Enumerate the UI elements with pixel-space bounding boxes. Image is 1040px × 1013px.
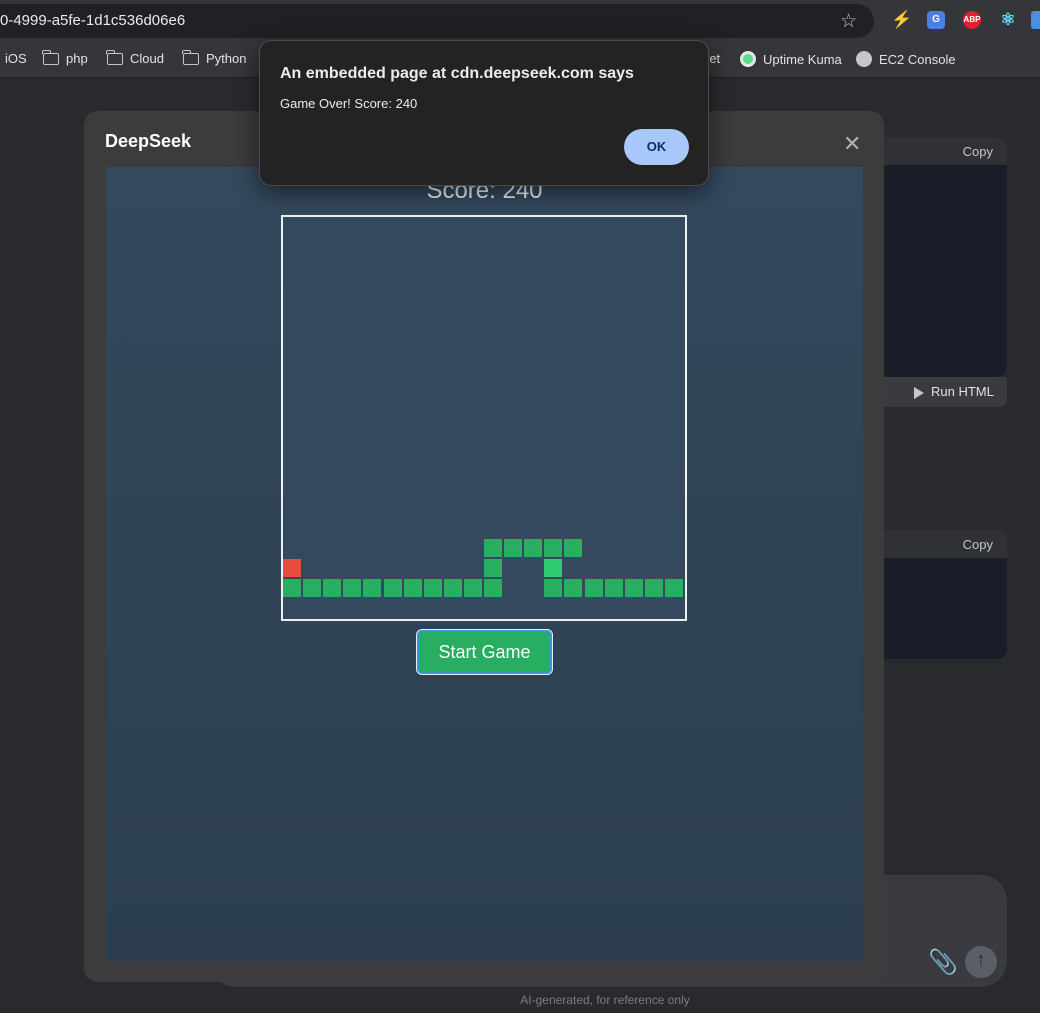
snake-segment (323, 578, 342, 597)
alert-dialog: An embedded page at cdn.deepseek.com say… (259, 40, 709, 186)
snake-segment (644, 578, 663, 597)
bookmark-ec2-console[interactable]: EC2 Console (856, 51, 956, 67)
url-text[interactable]: 0-4999-a5fe-1d1c536d06e6 (0, 12, 185, 29)
bookmark-uptime-kuma[interactable]: Uptime Kuma (740, 51, 842, 67)
bookmark-folder-python[interactable]: Python (182, 49, 247, 66)
snake-segment (283, 578, 301, 597)
snake-segment (363, 578, 382, 597)
folder-icon (182, 49, 199, 65)
snake-segment (584, 578, 603, 597)
folder-icon (106, 49, 123, 65)
start-game-button[interactable]: Start Game (416, 629, 553, 675)
snake-segment (303, 578, 322, 597)
bookmark-ios[interactable]: iOS (5, 51, 27, 66)
bookmark-label: Cloud (130, 51, 164, 66)
bookmark-folder-php[interactable]: php (42, 49, 88, 66)
bookmark-label: EC2 Console (879, 51, 956, 67)
snake-segment (484, 538, 502, 557)
code-block-header: Copy (884, 530, 1007, 558)
react-devtools-icon[interactable]: ⚛ (999, 11, 1017, 29)
alert-message: Game Over! Score: 240 (280, 96, 418, 111)
snake-segment (463, 578, 482, 597)
snake-segment (524, 538, 543, 557)
snake-segment (343, 578, 362, 597)
close-icon[interactable]: ✕ (843, 131, 861, 157)
bookmark-label: Uptime Kuma (763, 51, 842, 67)
snake-segment (443, 578, 462, 597)
snake-head (544, 558, 563, 577)
paperclip-icon[interactable]: 📎 (928, 948, 958, 977)
snake-segment (504, 538, 523, 557)
modal-title: DeepSeek (105, 131, 192, 151)
snake-segment (383, 578, 402, 597)
snake-segment (544, 538, 563, 557)
globe-icon (856, 51, 872, 67)
snake-segment (624, 578, 643, 597)
code-block-header: Copy (884, 137, 1007, 165)
play-icon (914, 387, 924, 399)
bookmark-folder-cloud[interactable]: Cloud (106, 49, 164, 66)
code-block (884, 165, 1007, 377)
disclaimer-text: AI-generated, for reference only (520, 993, 690, 1007)
snake-segment (423, 578, 442, 597)
bookmark-star-icon[interactable]: ☆ (840, 10, 857, 33)
alert-title: An embedded page at cdn.deepseek.com say… (280, 65, 634, 82)
game-board[interactable] (281, 215, 687, 621)
translate-extension-icon[interactable]: G (927, 11, 945, 29)
snake-segment (403, 578, 422, 597)
bookmark-label: Python (206, 51, 247, 66)
snake-segment (564, 578, 583, 597)
snake-segment (484, 558, 502, 577)
uptime-kuma-icon (740, 51, 756, 67)
ok-button[interactable]: OK (624, 129, 689, 165)
snake-segment (484, 578, 502, 597)
bookmark-label: php (66, 51, 88, 66)
snake-segment (664, 578, 683, 597)
copy-button[interactable]: Copy (963, 537, 993, 552)
run-html-button[interactable]: Run HTML (931, 384, 994, 399)
extension-icon[interactable] (1031, 11, 1040, 29)
abp-extension-icon[interactable]: ABP (963, 11, 981, 29)
bookmark-label: iOS (5, 51, 27, 66)
browser-toolbar: 0-4999-a5fe-1d1c536d06e6 ☆ ⚡ G ABP ⚛ (0, 0, 1040, 42)
folder-icon (42, 49, 59, 65)
run-html-bar: Run HTML (884, 377, 1007, 407)
food-item (283, 558, 301, 577)
code-block (884, 558, 1007, 659)
send-button[interactable] (965, 946, 997, 978)
snake-segment (604, 578, 623, 597)
preview-iframe: Score: 240 Start Game (106, 167, 863, 961)
copy-button[interactable]: Copy (963, 144, 993, 159)
address-bar[interactable]: 0-4999-a5fe-1d1c536d06e6 ☆ (0, 4, 874, 38)
html-preview-modal: DeepSeek ✕ Score: 240 Start Game (84, 111, 884, 982)
snake-segment (544, 578, 563, 597)
bolt-extension-icon[interactable]: ⚡ (891, 11, 912, 29)
snake-segment (564, 538, 583, 557)
